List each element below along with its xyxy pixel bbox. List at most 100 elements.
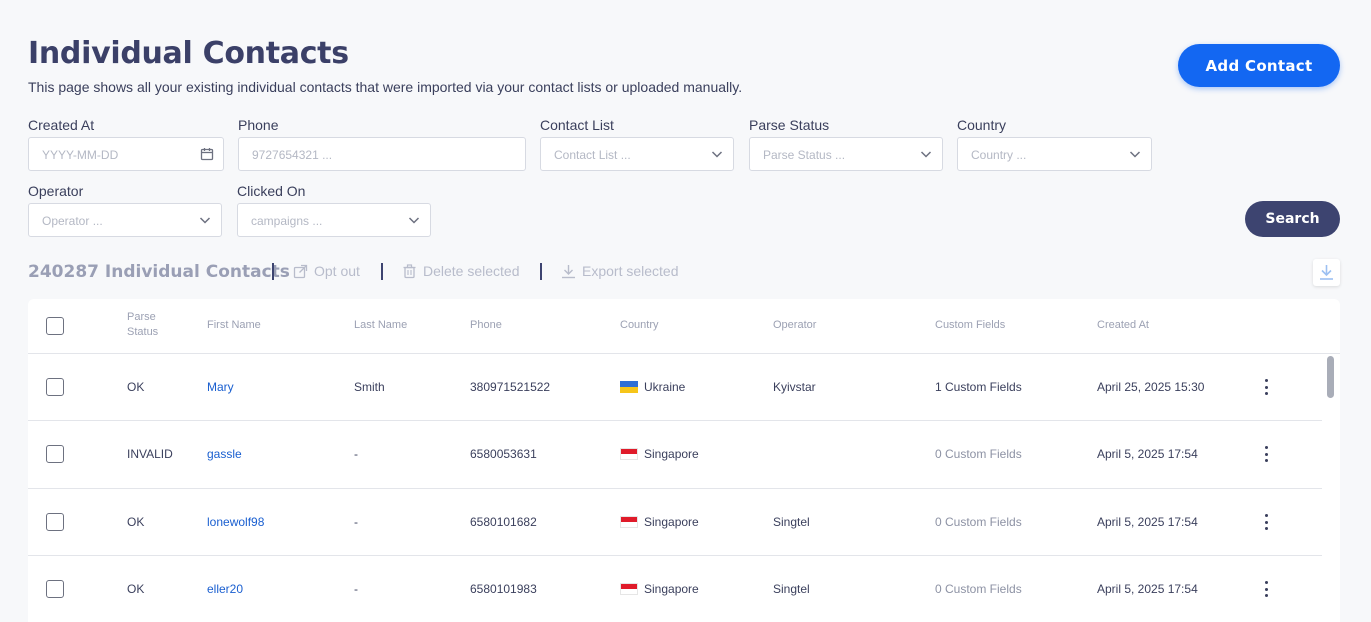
clicked-on-select[interactable]: campaigns ... xyxy=(237,203,431,237)
select-all-checkbox[interactable] xyxy=(46,317,64,335)
chevron-down-icon xyxy=(408,217,420,224)
trash-icon xyxy=(403,263,416,278)
download-icon xyxy=(1320,265,1333,280)
phone-label: Phone xyxy=(238,117,279,133)
contact-list-placeholder: Contact List ... xyxy=(554,148,631,162)
created-at-input[interactable]: YYYY-MM-DD xyxy=(28,137,224,171)
header-operator[interactable]: Operator xyxy=(773,318,816,333)
download-icon xyxy=(562,264,575,278)
custom-fields-cell[interactable]: 0 Custom Fields xyxy=(935,515,1022,529)
phone-input[interactable]: 9727654321 ... xyxy=(238,137,526,171)
add-contact-button[interactable]: Add Contact xyxy=(1178,44,1340,87)
first-name-link[interactable]: gassle xyxy=(207,447,242,461)
operator-placeholder: Operator ... xyxy=(42,214,103,228)
country-cell: Ukraine xyxy=(620,380,685,394)
parse-status-placeholder: Parse Status ... xyxy=(763,148,846,162)
operator-cell: Kyivstar xyxy=(773,380,816,394)
table-row[interactable]: OK lonewolf98 - 6580101682 Singapore Sin… xyxy=(28,489,1322,556)
created-at-cell: April 5, 2025 17:54 xyxy=(1097,447,1198,461)
header-parse-status[interactable]: Parse Status xyxy=(127,310,167,340)
chevron-down-icon xyxy=(1129,151,1141,158)
last-name-cell: - xyxy=(354,582,358,596)
last-name-cell: - xyxy=(354,447,358,461)
more-vertical-icon[interactable] xyxy=(1260,446,1272,462)
header-country[interactable]: Country xyxy=(620,318,659,333)
table-row[interactable]: OK Mary Smith 380971521522 Ukraine Kyivs… xyxy=(28,354,1322,421)
parse-status-cell: INVALID xyxy=(127,447,173,461)
custom-fields-cell[interactable]: 0 Custom Fields xyxy=(935,447,1022,461)
table-header: Parse Status First Name Last Name Phone … xyxy=(28,299,1340,354)
chevron-down-icon xyxy=(920,151,932,158)
row-checkbox[interactable] xyxy=(46,580,64,598)
parse-status-select[interactable]: Parse Status ... xyxy=(749,137,943,171)
created-at-placeholder: YYYY-MM-DD xyxy=(42,148,119,162)
created-at-cell: April 5, 2025 17:54 xyxy=(1097,582,1198,596)
country-cell: Singapore xyxy=(620,515,699,529)
toolbar-divider xyxy=(540,263,542,280)
calendar-icon xyxy=(200,148,214,161)
phone-cell: 6580101983 xyxy=(470,582,537,596)
row-checkbox[interactable] xyxy=(46,378,64,396)
header-last-name[interactable]: Last Name xyxy=(354,318,407,333)
phone-cell: 6580053631 xyxy=(470,447,537,461)
chevron-down-icon xyxy=(199,217,211,224)
singapore-flag-icon xyxy=(620,448,638,460)
phone-cell: 380971521522 xyxy=(470,380,551,394)
header-first-name[interactable]: First Name xyxy=(207,318,261,333)
country-name: Singapore xyxy=(644,515,699,529)
row-checkbox[interactable] xyxy=(46,513,64,531)
more-vertical-icon[interactable] xyxy=(1260,379,1272,395)
header-custom-fields[interactable]: Custom Fields xyxy=(935,318,1005,333)
opt-out-button[interactable]: Opt out xyxy=(293,263,360,279)
opt-out-label: Opt out xyxy=(314,263,360,279)
delete-selected-button[interactable]: Delete selected xyxy=(402,263,520,279)
operator-select[interactable]: Operator ... xyxy=(28,203,222,237)
toolbar-divider xyxy=(272,263,274,280)
custom-fields-cell[interactable]: 1 Custom Fields xyxy=(935,380,1022,394)
phone-placeholder: 9727654321 ... xyxy=(252,148,333,162)
toolbar-divider xyxy=(381,263,383,280)
created-at-cell: April 25, 2025 15:30 xyxy=(1097,380,1205,394)
table-row[interactable]: INVALID gassle - 6580053631 Singapore 0 … xyxy=(28,421,1322,489)
table-row[interactable]: OK eller20 - 6580101983 Singapore Singte… xyxy=(28,556,1322,622)
contacts-table: Parse Status First Name Last Name Phone … xyxy=(28,299,1340,622)
first-name-link[interactable]: lonewolf98 xyxy=(207,515,264,529)
country-label: Country xyxy=(957,117,1007,133)
more-vertical-icon[interactable] xyxy=(1260,514,1272,530)
chevron-down-icon xyxy=(711,151,723,158)
operator-label: Operator xyxy=(28,183,84,199)
country-cell: Singapore xyxy=(620,582,699,596)
contacts-count: 240287 Individual Contacts xyxy=(28,262,290,282)
custom-fields-cell[interactable]: 0 Custom Fields xyxy=(935,582,1022,596)
page-title: Individual Contacts xyxy=(28,36,349,71)
page-subtitle: This page shows all your existing indivi… xyxy=(28,79,743,95)
parse-status-label: Parse Status xyxy=(749,117,830,133)
export-selected-button[interactable]: Export selected xyxy=(561,263,679,279)
search-button[interactable]: Search xyxy=(1245,201,1340,237)
header-created-at[interactable]: Created At xyxy=(1097,318,1149,333)
country-select[interactable]: Country ... xyxy=(957,137,1152,171)
operator-cell: Singtel xyxy=(773,582,810,596)
last-name-cell: Smith xyxy=(354,380,385,394)
table-scrollbar[interactable] xyxy=(1327,356,1334,398)
singapore-flag-icon xyxy=(620,516,638,528)
download-all-button[interactable] xyxy=(1313,259,1340,286)
export-selected-label: Export selected xyxy=(582,263,679,279)
country-name: Singapore xyxy=(644,582,699,596)
phone-cell: 6580101682 xyxy=(470,515,537,529)
header-phone[interactable]: Phone xyxy=(470,318,502,333)
more-vertical-icon[interactable] xyxy=(1260,581,1272,597)
clicked-on-placeholder: campaigns ... xyxy=(251,214,323,228)
country-name: Ukraine xyxy=(644,380,686,394)
clicked-on-label: Clicked On xyxy=(237,183,306,199)
contact-list-select[interactable]: Contact List ... xyxy=(540,137,734,171)
parse-status-cell: OK xyxy=(127,515,145,529)
parse-status-cell: OK xyxy=(127,582,145,596)
operator-cell: Singtel xyxy=(773,515,810,529)
first-name-link[interactable]: eller20 xyxy=(207,582,243,596)
country-name: Singapore xyxy=(644,447,699,461)
ukraine-flag-icon xyxy=(620,381,638,393)
first-name-link[interactable]: Mary xyxy=(207,380,234,394)
country-cell: Singapore xyxy=(620,447,699,461)
row-checkbox[interactable] xyxy=(46,445,64,463)
